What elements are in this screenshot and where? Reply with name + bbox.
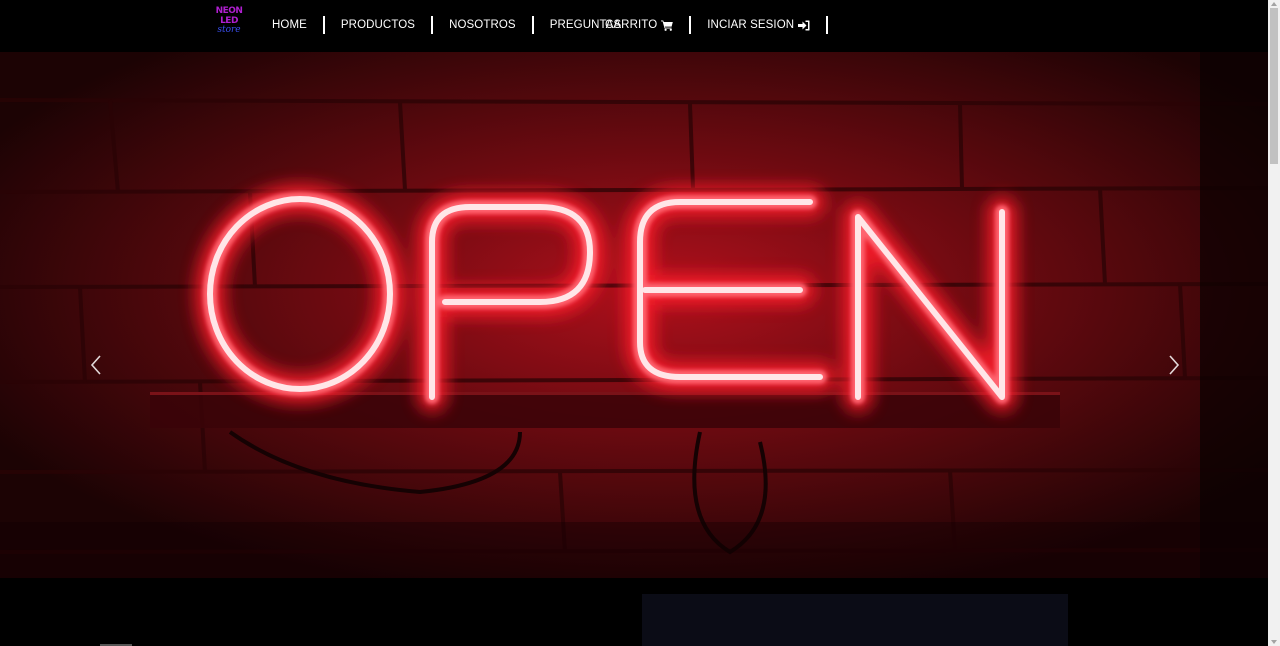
page-scrollbar[interactable] — [1268, 0, 1280, 646]
chevron-left-icon — [90, 355, 101, 375]
nav-productos[interactable]: PRODUCTOS — [325, 16, 431, 34]
cart-label: CARRITO — [605, 19, 658, 31]
main-nav: HOME PRODUCTOS NOSOTROS PREGUNTAS — [256, 16, 637, 34]
shopping-cart-icon — [661, 20, 674, 31]
chevron-right-icon — [1169, 355, 1180, 375]
sign-in-icon — [798, 20, 810, 31]
brand-logo[interactable]: NEON LED store — [213, 7, 245, 43]
logo-text-line3: store — [217, 25, 241, 35]
nav-login[interactable]: INCIAR SESION — [691, 16, 826, 34]
login-label: INCIAR SESION — [707, 19, 795, 31]
carousel-next-button[interactable] — [1166, 352, 1182, 378]
scroll-down-arrow-icon[interactable] — [1271, 640, 1277, 644]
user-nav: CARRITO INCIAR SESION — [589, 16, 829, 34]
nav-home[interactable]: HOME — [256, 16, 323, 34]
scroll-up-arrow-icon[interactable] — [1271, 2, 1277, 6]
carousel-prev-button[interactable] — [88, 352, 104, 378]
nav-nosotros[interactable]: NOSOTROS — [433, 16, 532, 34]
logo-text-line1: NEON — [215, 6, 243, 16]
scrollbar-thumb[interactable] — [1270, 8, 1278, 164]
nav-cart[interactable]: CARRITO — [589, 16, 689, 34]
hero-carousel — [0, 52, 1268, 578]
content-card-partial — [642, 594, 1068, 646]
navbar: NEON LED store HOME PRODUCTOS NOSOTROS P… — [0, 0, 1268, 52]
open-sign-image — [0, 52, 1268, 578]
nav-divider — [826, 16, 829, 34]
